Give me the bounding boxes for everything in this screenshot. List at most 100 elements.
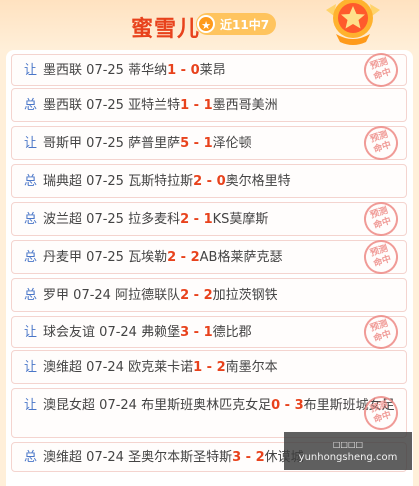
home-score: 3 [232,449,242,465]
prediction-row[interactable]: 总墨西联 07-25 亚特兰特1 - 1墨西哥美洲 [11,88,407,122]
prediction-row[interactable]: 让澳昆女超 07-24 布里斯班奥林匹克女足0 - 3布里斯班城女足 预测 命中 [11,388,407,438]
match-date: 07-25 [86,62,124,78]
league-name: 墨西联 [43,97,83,113]
home-score: 1 [180,97,190,113]
match-date: 07-25 [86,135,124,151]
away-team: 墨西哥美洲 [212,97,278,113]
match-line: 总澳维超 07-24 圣奥尔本斯圣特斯3 - 2休谟城 [24,447,304,468]
match-date: 07-25 [86,211,124,227]
score-separator: - [202,173,217,189]
bet-type-tag: 总 [24,173,38,189]
watermark: □□□□ yunhongsheng.com [284,432,412,470]
prediction-row[interactable]: 总罗甲 07-24 阿拉德联队2 - 2加拉茨钢铁 [11,278,407,312]
match-date: 07-24 [99,398,137,413]
match-line: 让澳维超 07-24 欧克莱卡诺1 - 2南墨尔本 [24,357,278,378]
home-score: 2 [167,249,177,265]
score-separator: - [189,211,204,227]
home-team: 瓦斯特拉斯 [128,173,194,189]
home-team: 欧克莱卡诺 [128,359,194,375]
prediction-row[interactable]: 总丹麦甲 07-25 瓦埃勒2 - 2AB格莱萨克瑟 预测 命中 [11,235,407,279]
match-line: 让墨西联 07-25 蒂华纳1 - 0莱昂 [24,60,226,81]
home-score: 1 [193,359,203,375]
league-name: 罗甲 [43,287,70,303]
bet-type-tag: 让 [24,62,38,78]
league-name: 澳昆女超 [43,398,96,413]
match-line: 让球会友谊 07-24 弗赖堡3 - 1德比郡 [24,322,252,343]
match-date: 07-25 [86,249,124,265]
prediction-row[interactable]: 让澳维超 07-24 欧克莱卡诺1 - 2南墨尔本 [11,350,407,384]
home-team: 蒂华纳 [128,62,168,78]
prediction-row[interactable]: 让墨西联 07-25 蒂华纳1 - 0莱昂 预测 命中 [11,48,407,92]
score-separator: - [189,135,204,151]
league-name: 球会友谊 [43,324,96,340]
match-line: 让哥斯甲 07-25 萨普里萨5 - 1泽伦顿 [24,133,252,154]
away-team: 莱昂 [199,62,226,78]
prediction-row[interactable]: 总瑞典超 07-25 瓦斯特拉斯2 - 0奥尔格里特 [11,164,407,198]
away-team: AB格莱萨克瑟 [199,249,283,265]
match-line: 让澳昆女超 07-24 布里斯班奥林匹克女足0 - 3布里斯班城女足 [24,395,396,416]
hit-stamp-icon: 预测 命中 [359,197,403,241]
score-separator: - [202,359,217,375]
home-score: 1 [167,62,177,78]
match-date: 07-25 [86,173,124,189]
away-score: 2 [203,287,213,303]
away-team: 德比郡 [212,324,252,340]
away-score: 1 [203,324,213,340]
away-score: 2 [255,449,265,465]
home-team: 阿拉德联队 [115,287,181,303]
score-separator: - [189,287,204,303]
bet-type-tag: 让 [24,359,38,375]
bet-type-tag: 总 [24,249,38,265]
league-name: 波兰超 [43,211,83,227]
score-separator: - [176,249,191,265]
match-date: 07-24 [73,287,111,303]
away-score: 0 [190,62,200,78]
match-date: 07-25 [86,97,124,113]
away-score: 1 [203,211,213,227]
bet-type-tag: 总 [24,211,38,227]
away-score: 1 [203,135,213,151]
away-score: 2 [190,249,200,265]
score-separator: - [189,324,204,340]
score-separator: - [280,398,295,413]
away-team: KS莫摩斯 [212,211,269,227]
home-score: 0 [271,398,281,413]
match-line: 总瑞典超 07-25 瓦斯特拉斯2 - 0奥尔格里特 [24,171,291,192]
bet-type-tag: 总 [24,97,38,113]
league-name: 澳维超 [43,449,83,465]
away-team: 加拉茨钢铁 [212,287,278,303]
home-team: 拉多麦科 [128,211,181,227]
away-score: 2 [216,359,226,375]
home-score: 2 [180,211,190,227]
away-score: 3 [294,398,304,413]
expert-name: 蜜雪儿 [131,17,201,42]
home-score: 3 [180,324,190,340]
bet-type-tag: 让 [24,324,38,340]
league-name: 丹麦甲 [43,249,83,265]
away-team: 南墨尔本 [225,359,278,375]
bet-type-tag: 让 [24,135,38,151]
home-team: 萨普里萨 [128,135,181,151]
score-separator: - [241,449,256,465]
star-icon: ★ [197,15,215,33]
home-score: 2 [193,173,203,189]
header: 蜜雪儿 ★ 近11中7 [0,0,419,50]
match-line: 总丹麦甲 07-25 瓦埃勒2 - 2AB格莱萨克瑟 [24,247,282,268]
prediction-row[interactable]: 让球会友谊 07-24 弗赖堡3 - 1德比郡 预测 命中 [11,310,407,354]
bet-type-tag: 总 [24,287,38,303]
home-team: 亚特兰特 [128,97,181,113]
home-team: 圣奥尔本斯圣特斯 [128,449,233,465]
score-separator: - [176,62,191,78]
bet-type-tag: 总 [24,449,38,465]
score-separator: - [189,97,204,113]
prediction-list: 让墨西联 07-25 蒂华纳1 - 0莱昂 预测 命中总墨西联 07-25 亚特兰特… [6,48,413,486]
league-name: 瑞典超 [43,173,83,189]
home-score: 5 [180,135,190,151]
prediction-row[interactable]: 让哥斯甲 07-25 萨普里萨5 - 1泽伦顿 预测 命中 [11,121,407,165]
hit-stamp-icon: 预测 命中 [359,235,403,279]
hit-rate-badge: ★ 近11中7 [196,13,276,35]
star-medal-icon [326,0,380,45]
league-name: 澳维超 [43,359,83,375]
prediction-row[interactable]: 总波兰超 07-25 拉多麦科2 - 1KS莫摩斯 预测 命中 [11,197,407,241]
match-line: 总墨西联 07-25 亚特兰特1 - 1墨西哥美洲 [24,95,278,116]
